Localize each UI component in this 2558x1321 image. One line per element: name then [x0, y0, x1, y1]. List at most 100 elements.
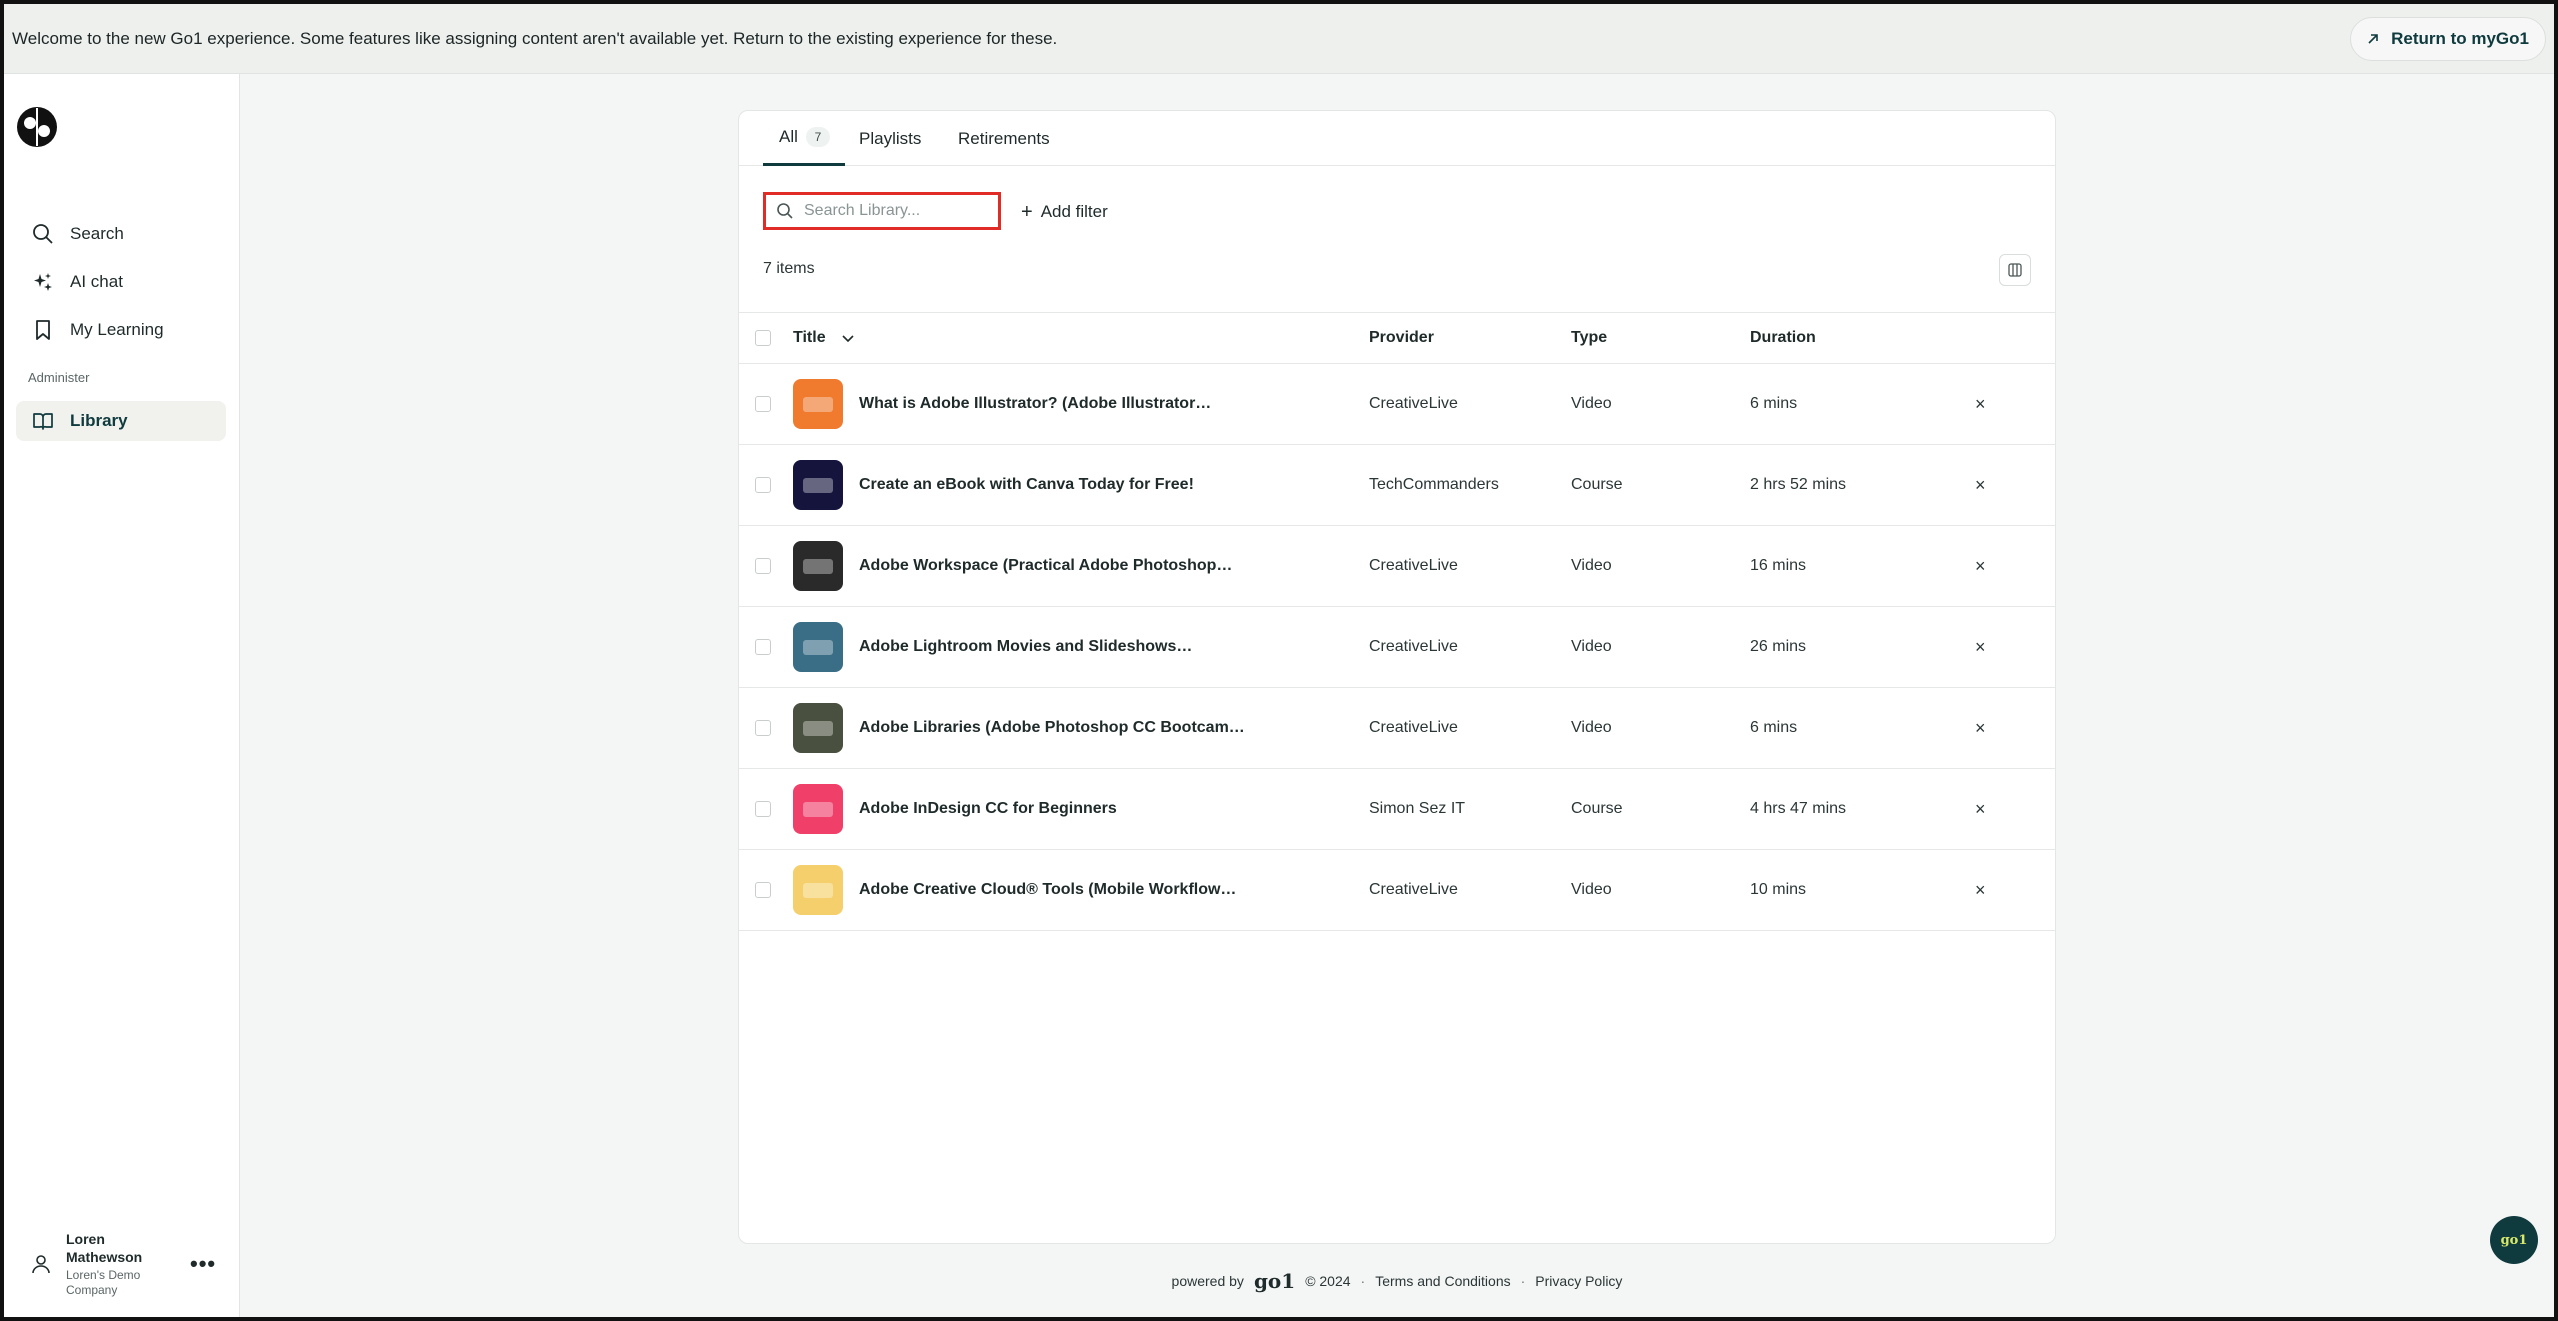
content-thumbnail — [793, 622, 843, 672]
powered-by-text: powered by — [1171, 1273, 1244, 1289]
row-title-cell[interactable]: What is Adobe Illustrator? (Adobe Illust… — [793, 364, 1211, 444]
remove-icon[interactable]: × — [1975, 688, 1986, 768]
user-icon — [32, 1255, 50, 1274]
table-row[interactable]: Adobe Lightroom Movies and Slideshows… C… — [739, 607, 2055, 688]
row-checkbox[interactable] — [755, 445, 771, 525]
terms-link[interactable]: Terms and Conditions — [1375, 1273, 1510, 1289]
privacy-link[interactable]: Privacy Policy — [1535, 1273, 1622, 1289]
user-profile[interactable]: Loren Mathewson Loren's Demo Company ••• — [30, 1229, 220, 1299]
select-all-checkbox[interactable] — [755, 313, 771, 363]
row-checkbox[interactable] — [755, 526, 771, 606]
search-icon — [33, 224, 53, 244]
chevron-down-icon[interactable] — [840, 330, 856, 346]
tab-label: All — [779, 127, 798, 146]
sidebar-item-my-learning[interactable]: My Learning — [16, 310, 226, 350]
sidebar-item-ai-chat[interactable]: AI chat — [16, 262, 226, 302]
row-title-cell[interactable]: Create an eBook with Canva Today for Fre… — [793, 445, 1194, 525]
return-label: Return to myGo1 — [2391, 28, 2529, 48]
content-type: Video — [1571, 881, 1612, 898]
content-duration: 26 mins — [1750, 638, 1807, 655]
return-to-mygo1-button[interactable]: Return to myGo1 — [2350, 16, 2546, 61]
go1-assistant-button[interactable]: go1 — [2490, 1216, 2538, 1264]
tab-retirements[interactable]: Retirements — [958, 111, 1050, 166]
sidebar-item-label: Library — [70, 411, 128, 430]
content-duration: 4 hrs 47 mins — [1750, 800, 1847, 817]
row-title-cell[interactable]: Adobe Creative Cloud® Tools (Mobile Work… — [793, 850, 1236, 930]
remove-icon[interactable]: × — [1975, 364, 1986, 444]
footer: powered by go1 © 2024 · Terms and Condit… — [738, 1266, 2056, 1296]
content-thumbnail — [793, 460, 843, 510]
library-table: Title Provider Type Duration What is Ado… — [739, 312, 2055, 931]
table-row[interactable]: Adobe Libraries (Adobe Photoshop CC Boot… — [739, 688, 2055, 769]
content-title[interactable]: Adobe Workspace (Practical Adobe Photosh… — [859, 557, 1232, 575]
content-duration: 6 mins — [1750, 395, 1798, 412]
content-type: Course — [1571, 476, 1623, 493]
content-title[interactable]: Adobe Creative Cloud® Tools (Mobile Work… — [859, 881, 1236, 899]
row-title-cell[interactable]: Adobe Libraries (Adobe Photoshop CC Boot… — [793, 688, 1245, 768]
content-provider: Simon Sez IT — [1369, 800, 1466, 817]
tab-label: Retirements — [958, 128, 1050, 148]
content-duration: 16 mins — [1750, 557, 1807, 574]
tab-playlists[interactable]: Playlists — [859, 111, 921, 166]
column-header-duration: Duration — [1750, 329, 1816, 346]
copyright-text: © 2024 — [1305, 1273, 1351, 1289]
column-header-type: Type — [1571, 329, 1608, 346]
content-type: Video — [1571, 638, 1612, 655]
columns-toggle-button[interactable] — [1999, 254, 2031, 286]
content-title[interactable]: What is Adobe Illustrator? (Adobe Illust… — [859, 395, 1211, 413]
content-type: Video — [1571, 395, 1612, 412]
content-duration: 10 mins — [1750, 881, 1807, 898]
content-title[interactable]: Adobe Libraries (Adobe Photoshop CC Boot… — [859, 719, 1245, 737]
content-title[interactable]: Adobe Lightroom Movies and Slideshows… — [859, 638, 1192, 656]
sidebar-item-library[interactable]: Library — [16, 401, 226, 441]
content-provider: CreativeLive — [1369, 881, 1458, 898]
table-row[interactable]: Adobe InDesign CC for Beginners Simon Se… — [739, 769, 2055, 850]
search-input[interactable] — [804, 202, 984, 220]
content-type: Course — [1571, 800, 1623, 817]
content-provider: TechCommanders — [1369, 476, 1499, 493]
row-checkbox[interactable] — [755, 364, 771, 444]
tab-all[interactable]: All 7 — [763, 111, 845, 166]
row-checkbox[interactable] — [755, 607, 771, 687]
table-row[interactable]: Adobe Workspace (Practical Adobe Photosh… — [739, 526, 2055, 607]
remove-icon[interactable]: × — [1975, 769, 1986, 849]
content-thumbnail — [793, 703, 843, 753]
items-count: 7 items — [763, 260, 815, 277]
remove-icon[interactable]: × — [1975, 445, 1986, 525]
book-open-icon — [33, 413, 53, 430]
content-thumbnail — [793, 784, 843, 834]
row-title-cell[interactable]: Adobe Workspace (Practical Adobe Photosh… — [793, 526, 1232, 606]
content-type: Video — [1571, 557, 1612, 574]
content-thumbnail — [793, 379, 843, 429]
fab-label: go1 — [2500, 1232, 2528, 1248]
table-row[interactable]: Adobe Creative Cloud® Tools (Mobile Work… — [739, 850, 2055, 931]
content-provider: CreativeLive — [1369, 395, 1458, 412]
arrow-up-right-icon — [2368, 33, 2378, 44]
content-title[interactable]: Adobe InDesign CC for Beginners — [859, 800, 1117, 818]
user-name: Loren Mathewson — [66, 1231, 143, 1265]
search-library-field[interactable] — [763, 192, 1001, 230]
column-header-title[interactable]: Title — [793, 313, 856, 363]
remove-icon[interactable]: × — [1975, 607, 1986, 687]
row-checkbox[interactable] — [755, 688, 771, 768]
more-options-icon[interactable]: ••• — [190, 1251, 216, 1277]
content-provider: CreativeLive — [1369, 638, 1458, 655]
table-row[interactable]: Create an eBook with Canva Today for Fre… — [739, 445, 2055, 526]
add-filter-button[interactable]: + Add filter — [1021, 197, 1108, 227]
footer-separator: · — [1360, 1273, 1366, 1289]
table-row[interactable]: What is Adobe Illustrator? (Adobe Illust… — [739, 364, 2055, 445]
sidebar-item-search[interactable]: Search — [16, 214, 226, 254]
row-title-cell[interactable]: Adobe Lightroom Movies and Slideshows… — [793, 607, 1192, 687]
header-label: Title — [793, 329, 826, 346]
row-title-cell[interactable]: Adobe InDesign CC for Beginners — [793, 769, 1117, 849]
sidebar-item-label: Search — [70, 224, 124, 243]
content-title[interactable]: Create an eBook with Canva Today for Fre… — [859, 476, 1194, 494]
remove-icon[interactable]: × — [1975, 850, 1986, 930]
row-checkbox[interactable] — [755, 769, 771, 849]
remove-icon[interactable]: × — [1975, 526, 1986, 606]
content-provider: CreativeLive — [1369, 719, 1458, 736]
row-checkbox[interactable] — [755, 850, 771, 930]
bookmark-icon — [36, 320, 50, 340]
columns-icon — [2008, 263, 2022, 277]
go1-logo-icon[interactable] — [16, 106, 58, 148]
